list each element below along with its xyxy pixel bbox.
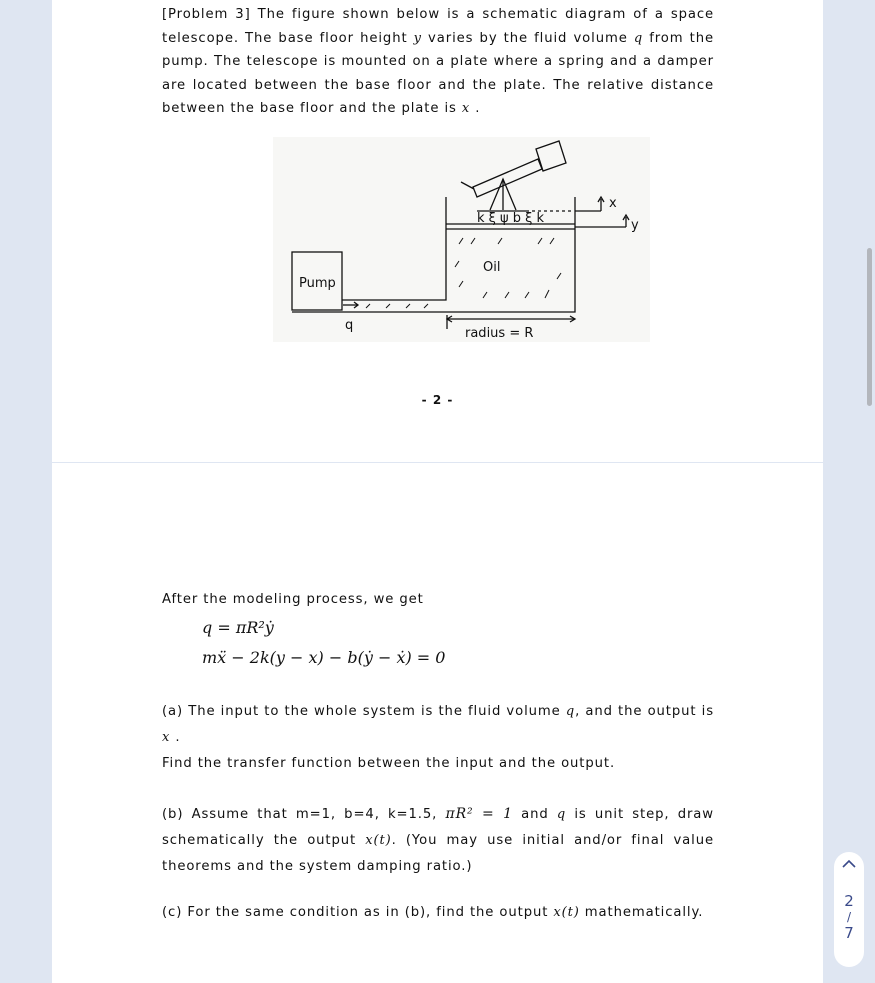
- x-label: x: [609, 196, 617, 211]
- oil-label: Oil: [483, 260, 500, 275]
- var-xt: x(t): [365, 833, 392, 848]
- telescope-diagram: Pump Oil q x y radius = R k ξ ψ b ξ k: [273, 137, 650, 342]
- chevron-up-icon[interactable]: [834, 852, 864, 884]
- part-b: (b) Assume that m=1, b=4, k=1.5, πR² = 1…: [162, 801, 714, 880]
- condition: πR² = 1: [445, 806, 513, 822]
- text: .: [170, 730, 181, 745]
- problem-heading: [Problem 3]: [162, 7, 251, 22]
- radius-label: radius = R: [465, 326, 533, 341]
- part-a: (a) The input to the whole system is the…: [162, 699, 714, 777]
- part-c: (c) For the same condition as in (b), fi…: [162, 900, 714, 925]
- var-q: q: [565, 704, 576, 719]
- text: Find the transfer function between the i…: [162, 756, 616, 771]
- page-navigator: 2 / 7: [834, 852, 864, 967]
- text: .: [470, 101, 481, 116]
- total-pages: 7: [844, 924, 854, 942]
- problem-statement: [Problem 3] The figure shown below is a …: [162, 3, 714, 121]
- equation-1: q = πR²ẏ: [202, 618, 274, 637]
- text: (c) For the same condition as in (b), fi…: [162, 905, 554, 920]
- q-label: q: [345, 318, 353, 333]
- var-y: y: [413, 30, 422, 46]
- var-x: x: [461, 101, 471, 116]
- var-x: x: [162, 730, 171, 745]
- spring-damper-label: k ξ ψ b ξ k: [477, 211, 545, 226]
- var-q: q: [633, 30, 644, 46]
- text: mathematically.: [579, 905, 704, 920]
- text: (a) The input to the whole system is the…: [162, 704, 566, 719]
- equation-2: mẍ − 2k(y − x) − b(ẏ − ẋ) = 0: [202, 648, 446, 667]
- page-number: - 2 -: [421, 393, 454, 407]
- text: and: [512, 807, 557, 822]
- modeling-intro: After the modeling process, we get: [162, 592, 424, 607]
- text: , and the output is: [575, 704, 714, 719]
- text: (b) Assume that m=1, b=4, k=1.5,: [162, 807, 446, 822]
- current-page: 2: [844, 892, 854, 910]
- scrollbar[interactable]: [867, 248, 872, 406]
- var-xt: x(t): [553, 905, 580, 920]
- page-1: [Problem 3] The figure shown below is a …: [52, 0, 823, 462]
- y-label: y: [631, 218, 639, 233]
- pump-label: Pump: [299, 276, 336, 291]
- var-q: q: [556, 807, 567, 822]
- page-separator: /: [846, 910, 852, 924]
- text: varies by the fluid volume: [421, 30, 634, 46]
- page-2: After the modeling process, we get q = π…: [52, 463, 823, 983]
